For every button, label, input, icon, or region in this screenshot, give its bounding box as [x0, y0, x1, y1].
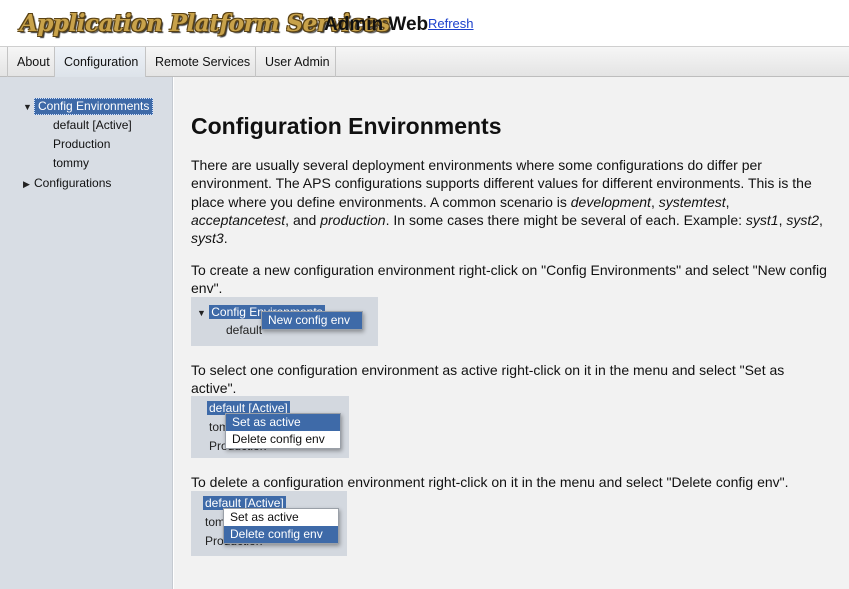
intro-paragraph: There are usually several deployment env…	[191, 156, 831, 247]
app-header: Application Platform Services Admin Web …	[0, 0, 849, 46]
tree-node-label: Configurations	[34, 176, 112, 190]
expanded-triangle-icon[interactable]: ▼	[23, 98, 34, 116]
example-create-screenshot: ▼ Config Environments default New config…	[191, 297, 378, 346]
tree-item-environment[interactable]: default [Active]	[53, 116, 132, 134]
text: , and	[285, 211, 321, 228]
create-instructions: To create a new configuration environmen…	[191, 262, 827, 297]
text: ,	[650, 193, 659, 210]
menu-item-delete-config-env: Delete config env	[224, 526, 338, 543]
tab-user-admin[interactable]: User Admin	[256, 47, 336, 77]
env-name: syst1	[745, 211, 779, 228]
menu-item-new-config-env: New config env	[262, 312, 362, 329]
menu-item-delete-config-env: Delete config env	[232, 432, 325, 446]
tree-node-config-environments[interactable]: ▼ Config Environments	[23, 97, 154, 116]
example-context-menu: Set as active Delete config env	[223, 508, 339, 544]
main-content: Configuration Environments There are usu…	[174, 77, 849, 589]
example-delete-screenshot: default [Active] tommy Production Set as…	[191, 491, 347, 556]
env-name: acceptancetest	[191, 211, 286, 228]
menu-item-set-as-active: Set as active	[226, 414, 340, 431]
tab-configuration[interactable]: Configuration	[55, 47, 146, 77]
example-select-screenshot: default [Active] tommy Production Set as…	[191, 396, 349, 458]
refresh-link[interactable]: Refresh	[428, 16, 474, 31]
example-context-menu: Set as active Delete config env	[225, 413, 341, 449]
env-name: development	[570, 193, 651, 210]
text: ,	[819, 211, 823, 228]
example-context-menu: New config env	[261, 311, 363, 330]
sidebar-tree: ▼ Config Environments default [Active] Pr…	[0, 77, 173, 589]
tree-item-environment[interactable]: Production	[53, 135, 110, 153]
tree-node-configurations[interactable]: ▶ Configurations	[23, 174, 111, 192]
app-title: Admin Web	[324, 14, 429, 35]
tab-about[interactable]: About	[7, 47, 55, 77]
menu-item-set-as-active: Set as active	[230, 510, 299, 524]
expanded-triangle-icon: ▼	[197, 308, 206, 318]
env-name: syst3	[191, 230, 224, 247]
tab-bar: About Configuration Remote Services User…	[0, 46, 849, 77]
delete-instructions: To delete a configuration environment ri…	[191, 474, 789, 490]
tab-remote-services[interactable]: Remote Services	[146, 47, 256, 77]
page-title: Configuration Environments	[191, 113, 502, 139]
tree-node-label: Config Environments	[34, 98, 154, 115]
select-instructions: To select one configuration environment …	[191, 362, 785, 397]
env-name: systemtest	[658, 193, 726, 210]
collapsed-triangle-icon[interactable]: ▶	[23, 175, 34, 193]
env-name: production	[320, 211, 386, 228]
text: .	[223, 230, 228, 247]
env-name: syst2	[786, 211, 820, 228]
tree-item-environment[interactable]: tommy	[53, 154, 89, 172]
text: ,	[725, 193, 730, 210]
example-child-label: default	[226, 323, 263, 337]
text: . In some cases there might be several o…	[385, 211, 746, 228]
